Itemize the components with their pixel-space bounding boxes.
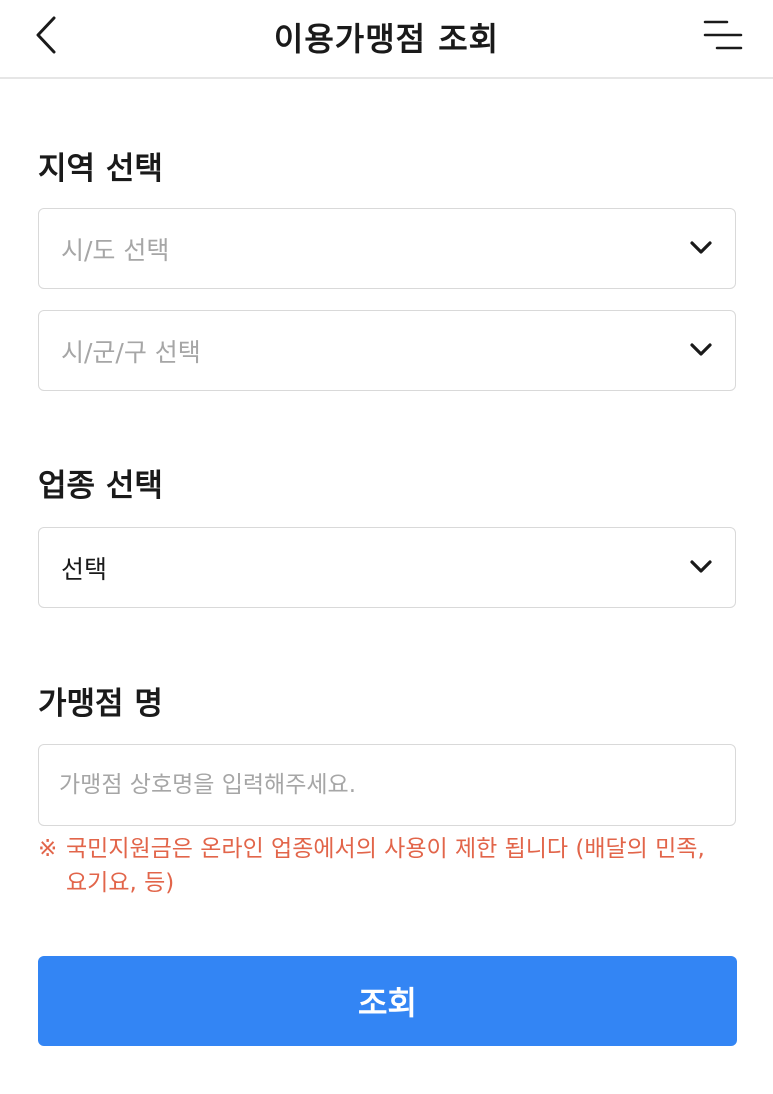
industry-section-label: 업종 선택 (38, 468, 163, 504)
search-submit-button[interactable]: 조회 (38, 956, 737, 1046)
region-section-label: 지역 선택 (38, 151, 163, 187)
chevron-down-icon (690, 560, 712, 573)
industry-select-value: 선택 (61, 555, 108, 584)
notice-text-1: 국민지원금은 온라인 업종에서의 사용이 제한 됩니다 (배달의 민족, (66, 836, 705, 862)
chevron-down-icon (690, 343, 712, 356)
notice-mark: ※ (38, 836, 58, 862)
merchant-section-label: 가맹점 명 (38, 686, 163, 722)
page-title: 이용가맹점 조회 (273, 20, 500, 58)
menu-lines-icon (703, 20, 743, 50)
top-app-bar: 이용가맹점 조회 (0, 0, 773, 79)
province-select[interactable]: 시/도 선택 (38, 208, 736, 289)
notice-line-1: ※ 국민지원금은 온라인 업종에서의 사용이 제한 됩니다 (배달의 민족, (38, 832, 738, 866)
merchant-name-input[interactable] (38, 744, 736, 826)
industry-select[interactable]: 선택 (38, 527, 736, 608)
notice-line-2: 요기요, 등) (66, 870, 175, 896)
district-select-placeholder: 시/군/구 선택 (61, 338, 201, 367)
province-select-placeholder: 시/도 선택 (61, 236, 170, 265)
district-select[interactable]: 시/군/구 선택 (38, 310, 736, 391)
chevron-down-icon (690, 241, 712, 254)
usage-restriction-notice: ※ 국민지원금은 온라인 업종에서의 사용이 제한 됩니다 (배달의 민족, 요기… (38, 832, 738, 900)
menu-button[interactable] (701, 16, 745, 54)
